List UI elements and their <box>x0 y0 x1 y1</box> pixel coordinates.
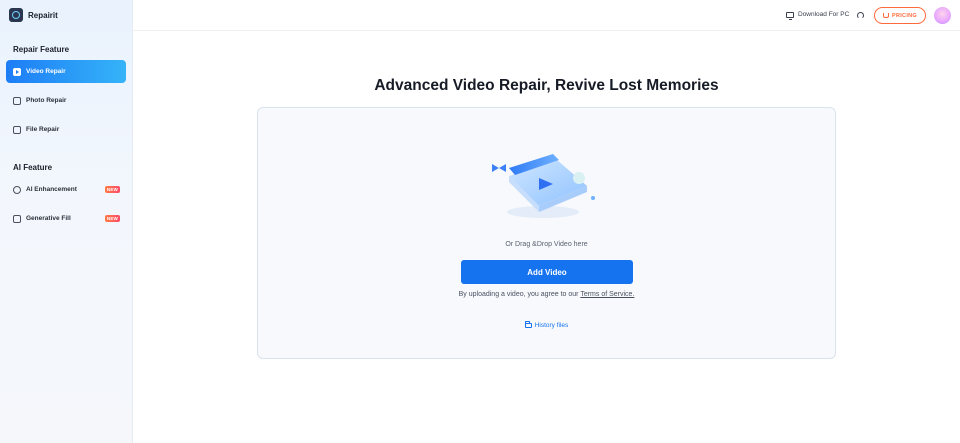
sidebar-item-label: AI Enhancement <box>26 186 77 193</box>
ai-enhancement-icon <box>13 185 21 194</box>
pricing-button[interactable]: PRICING <box>874 7 926 24</box>
video-repair-illustration-icon <box>492 154 595 218</box>
folder-icon <box>524 321 532 328</box>
video-play-icon <box>13 67 21 76</box>
sidebar-item-label: Generative Fill <box>26 215 71 222</box>
sidebar-item-photo-repair[interactable]: Photo Repair <box>6 89 126 112</box>
sidebar-item-label: File Repair <box>26 126 60 133</box>
sidebar-item-label: Photo Repair <box>26 97 67 104</box>
page-title: Advanced Video Repair, Revive Lost Memor… <box>374 77 719 94</box>
repairit-logo-icon <box>9 8 23 22</box>
repair-section-title: Repair Feature <box>13 45 70 54</box>
pricing-label: PRICING <box>891 12 918 19</box>
terms-prefix: By uploading a video, you agree to our <box>458 291 579 298</box>
download-label: Download For PC <box>798 11 850 18</box>
terms-notice: By uploading a video, you agree to our T… <box>258 291 835 298</box>
app-name: Repairit <box>28 10 58 20</box>
history-files-link[interactable]: History files <box>258 321 835 329</box>
download-for-pc-button[interactable]: Download For PC <box>786 11 850 20</box>
history-files-label: History files <box>534 322 569 329</box>
sidebar-item-label: Video Repair <box>26 68 66 75</box>
headset-icon[interactable] <box>857 12 864 19</box>
photo-icon <box>13 96 21 105</box>
top-bar: Download For PC PRICING <box>133 0 960 31</box>
sidebar-item-video-repair[interactable]: Video Repair <box>6 60 126 83</box>
upload-dropzone[interactable]: Or Drag &Drop Video here Add Video By up… <box>257 107 836 359</box>
new-badge: NEW <box>104 186 120 193</box>
terms-of-service-link[interactable]: Terms of Service. <box>580 291 634 298</box>
new-badge: NEW <box>104 215 120 222</box>
cart-icon <box>882 13 889 18</box>
avatar[interactable] <box>934 7 951 24</box>
app-logo[interactable]: Repairit <box>9 8 58 22</box>
generative-fill-icon <box>13 214 21 223</box>
sidebar-item-file-repair[interactable]: File Repair <box>6 118 126 141</box>
drag-drop-hint: Or Drag &Drop Video here <box>505 241 588 248</box>
file-icon <box>13 125 21 134</box>
sidebar-item-ai-enhancement[interactable]: AI Enhancement NEW <box>6 178 126 201</box>
sidebar: Repairit Repair Feature Video Repair Pho… <box>0 0 133 443</box>
add-video-button[interactable]: Add Video <box>461 260 633 284</box>
ai-section-title: AI Feature <box>13 163 53 172</box>
sidebar-item-generative-fill[interactable]: Generative Fill NEW <box>6 207 126 230</box>
monitor-icon <box>786 11 794 20</box>
